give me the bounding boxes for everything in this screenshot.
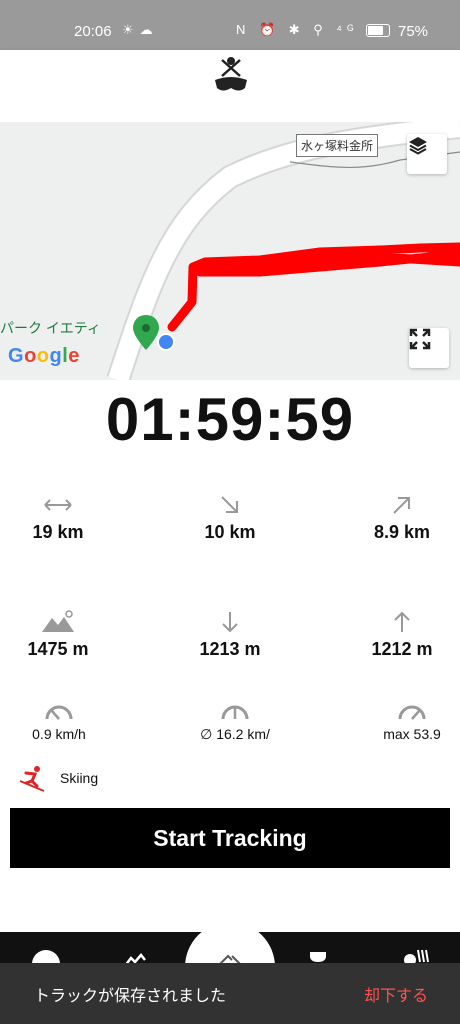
max-altitude-value: 1475 m	[27, 639, 89, 659]
google-logo-letter: G	[8, 345, 25, 367]
fullscreen-icon	[409, 328, 431, 350]
distance-value: 19 km	[32, 522, 84, 542]
map-view[interactable]: 水ヶ塚料金所 パーク イエティ Google	[0, 122, 460, 380]
app-logo-icon	[215, 57, 247, 91]
map-poi-name: パーク イエティ	[0, 320, 101, 336]
downhill-distance-value: 10 km	[204, 522, 256, 542]
arrow-down-icon	[222, 612, 238, 633]
snackbar-message: トラックが保存されました	[34, 987, 227, 1005]
arrow-down-right-icon	[221, 496, 238, 513]
ascent-stat: 1212 m	[342, 607, 460, 660]
speedometer-high-icon	[398, 705, 426, 720]
activity-selector[interactable]: Skiing	[18, 762, 98, 794]
speedometer-low-icon	[45, 705, 73, 720]
downhill-distance-stat: 10 km	[170, 490, 290, 543]
saved-snackbar: トラックが保存されました 却下する	[0, 963, 460, 1024]
google-logo-letter: o	[24, 345, 37, 367]
weather-icons: ☀☁	[122, 22, 159, 37]
app-header	[0, 50, 460, 122]
current-speed-value: 0.9 km/h	[32, 726, 86, 742]
snackbar-dismiss-button[interactable]: 却下する	[364, 982, 428, 1006]
google-logo-letter: e	[68, 345, 80, 367]
ascent-value: 1212 m	[371, 639, 433, 659]
status-bar: 20:06 ☀☁ N ⏰ ✱ ⚲ ⁴ᴳ 75%	[0, 0, 460, 50]
map-layers-button[interactable]	[407, 134, 447, 174]
activity-label: Skiing	[60, 770, 99, 786]
max-speed-value: max 53.9	[383, 726, 441, 742]
skier-icon	[19, 766, 45, 792]
layers-icon	[409, 137, 427, 155]
google-logo-letter: g	[49, 345, 63, 367]
map-place-label: 水ヶ塚料金所	[296, 134, 379, 157]
status-time: 20:06	[74, 23, 112, 40]
descent-stat: 1213 m	[170, 607, 290, 660]
current-position-dot	[159, 335, 173, 349]
horizontal-arrows-icon	[44, 499, 72, 511]
descent-value: 1213 m	[199, 639, 261, 659]
recorded-track	[167, 242, 460, 332]
current-speed-stat: 0.9 km/h	[14, 698, 104, 742]
average-speed-value: ∅ 16.2 km/	[200, 726, 270, 742]
average-speed-stat: ∅ 16.2 km/	[180, 698, 290, 743]
google-logo-letter: o	[36, 345, 50, 367]
map-canvas	[106, 122, 460, 380]
speedometer-mid-icon	[221, 705, 249, 720]
uphill-distance-value: 8.9 km	[373, 522, 431, 542]
elapsed-timer: 01:59:59	[105, 386, 355, 453]
distance-stat: 19 km	[0, 490, 118, 543]
mountain-icon	[42, 610, 74, 632]
start-tracking-button[interactable]: Start Tracking	[10, 808, 450, 868]
max-altitude-stat: 1475 m	[0, 607, 118, 660]
google-logo: Google	[8, 345, 80, 368]
battery-icon	[366, 24, 390, 37]
battery-percent: 75%	[398, 23, 429, 40]
map-fullscreen-button[interactable]	[409, 328, 449, 368]
uphill-distance-stat: 8.9 km	[342, 490, 460, 543]
arrow-up-right-icon	[393, 497, 410, 514]
system-status-icons: N ⏰ ✱ ⚲ ⁴ᴳ	[236, 22, 359, 37]
arrow-up-icon	[394, 611, 410, 632]
max-speed-stat: max 53.9	[370, 698, 454, 742]
